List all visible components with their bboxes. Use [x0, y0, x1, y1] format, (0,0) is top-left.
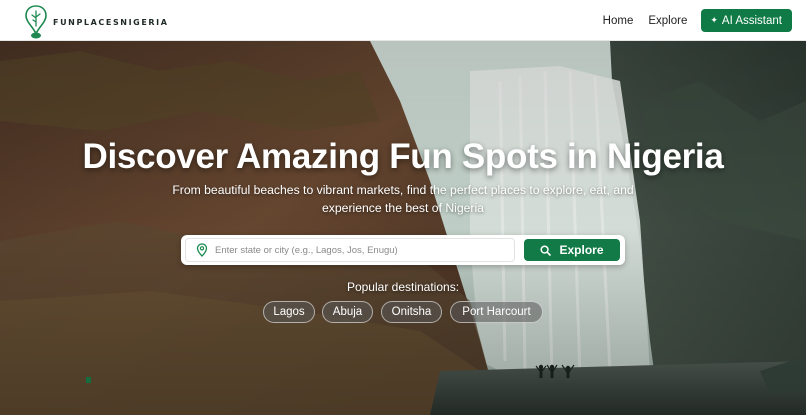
destination-chip-abuja[interactable]: Abuja — [322, 301, 373, 323]
ai-assistant-label: AI Assistant — [721, 14, 782, 27]
nav-home-link[interactable]: Home — [603, 15, 634, 27]
top-navbar: FUNPLACESNIGERIA Home Explore ✦ AI Assis… — [0, 0, 806, 41]
search-icon — [540, 244, 552, 256]
brand-name: FUNPLACESNIGERIA — [53, 17, 169, 27]
destination-chips: Lagos Abuja Onitsha Port Harcourt — [0, 301, 806, 323]
map-pin-logo-icon — [25, 5, 47, 39]
destination-chip-onitsha[interactable]: Onitsha — [381, 301, 442, 323]
popular-destinations-label: Popular destinations: — [346, 280, 460, 294]
hero-section: Discover Amazing Fun Spots in Nigeria Fr… — [0, 41, 806, 415]
sparkle-icon: ✦ — [710, 15, 718, 25]
hero-background-image — [0, 41, 806, 415]
brand-logo[interactable]: FUNPLACESNIGERIA — [24, 4, 169, 40]
nav-links: Home Explore ✦ AI Assistant — [603, 0, 792, 41]
explore-button[interactable]: Explore — [524, 239, 620, 261]
explore-button-label: Explore — [559, 243, 604, 257]
destination-chip-lagos[interactable]: Lagos — [263, 301, 315, 323]
destination-chip-port-harcourt[interactable]: Port Harcourt — [450, 301, 543, 323]
location-field[interactable] — [185, 238, 515, 262]
search-bar: Explore — [181, 235, 625, 265]
nav-explore-link[interactable]: Explore — [648, 15, 687, 27]
search-input[interactable] — [215, 244, 505, 256]
hero-title: Discover Amazing Fun Spots in Nigeria — [82, 137, 724, 176]
ai-assistant-button[interactable]: ✦ AI Assistant — [701, 9, 792, 32]
hero-subtitle: From beautiful beaches to vibrant market… — [172, 183, 634, 215]
location-pin-icon — [196, 243, 208, 257]
